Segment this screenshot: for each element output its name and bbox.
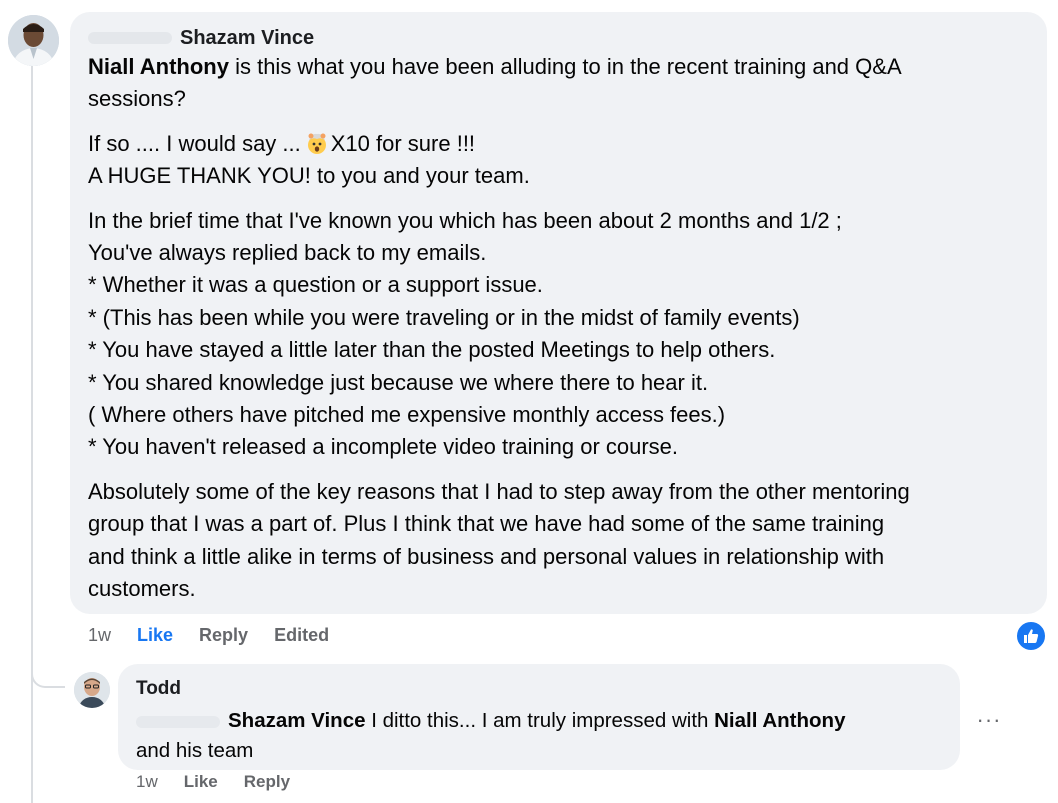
- comment-line: * You have stayed a little later than th…: [88, 337, 776, 363]
- thumbs-up-icon: [1024, 629, 1039, 643]
- comment-line: Absolutely some of the key reasons that …: [88, 478, 910, 504]
- comment-line: and think a little alike in terms of bus…: [88, 543, 885, 569]
- avatar[interactable]: [8, 15, 59, 66]
- thread-connector: [31, 640, 65, 688]
- reply-timestamp[interactable]: 1w: [136, 772, 158, 792]
- comment-line: In the brief time that I've known you wh…: [88, 207, 842, 233]
- thread-line: [31, 66, 33, 803]
- exploding-head-emoji-icon: [307, 133, 326, 154]
- comment-bubble: Shazam Vince Niall Anthony is this what …: [70, 12, 1047, 614]
- comment-line: sessions?: [88, 86, 186, 112]
- comment-text-span: X10 for sure !!!: [330, 130, 476, 156]
- profile-photo-icon: [8, 15, 59, 66]
- redacted-name-block: [136, 715, 220, 728]
- more-options-button[interactable]: ···: [972, 703, 1006, 737]
- comment-paragraph: In the brief time that I've known you wh…: [88, 205, 1029, 464]
- reply-actions: 1w Like Reply: [136, 772, 316, 792]
- reply-text-span: and his team: [136, 739, 254, 762]
- edited-label[interactable]: Edited: [274, 625, 329, 646]
- reply-button[interactable]: Reply: [199, 625, 248, 646]
- comment-line: ( Where others have pitched me expensive…: [88, 402, 726, 428]
- comment-author[interactable]: Shazam Vince: [180, 27, 314, 50]
- comment-line: * You shared knowledge just because we w…: [88, 369, 709, 395]
- reaction-badge[interactable]: [1015, 620, 1047, 652]
- comment-paragraph: Absolutely some of the key reasons that …: [88, 476, 1029, 606]
- comment-body: Niall Anthony is this what you have been…: [88, 51, 1029, 606]
- comment-line: * You haven't released a incomplete vide…: [88, 434, 679, 460]
- comment-paragraph: Niall Anthony is this what you have been…: [88, 51, 1029, 116]
- comment-paragraph: If so .... I would say ... X10 for sure !…: [88, 128, 1029, 193]
- comment-line: customers.: [88, 576, 196, 602]
- like-button[interactable]: Like: [137, 625, 173, 646]
- mention-link[interactable]: Niall Anthony: [714, 709, 845, 732]
- mention-link[interactable]: Shazam Vince: [228, 709, 366, 732]
- comment-line: * Whether it was a question or a support…: [88, 272, 543, 298]
- reply-author[interactable]: Todd: [136, 676, 942, 702]
- comment-text-span: If so .... I would say ...: [88, 130, 301, 156]
- comment-actions: 1w Like Reply Edited: [88, 625, 355, 646]
- reply-text-span: I ditto this... I am truly impressed wit…: [365, 709, 715, 732]
- reply-bubble: Todd Shazam Vince I ditto this... I am t…: [118, 664, 960, 770]
- comment-line: A HUGE THANK YOU! to you and your team.: [88, 163, 530, 189]
- reply-button[interactable]: Reply: [244, 772, 290, 792]
- profile-photo-icon: [74, 672, 110, 708]
- reply-body: Shazam Vince I ditto this... I am truly …: [136, 706, 942, 766]
- comment-timestamp[interactable]: 1w: [88, 625, 111, 646]
- redacted-name-block: [88, 32, 172, 44]
- comment-line: If so .... I would say ... X10 for sure !…: [88, 128, 1029, 160]
- comment-line: You've always replied back to my emails.: [88, 240, 487, 266]
- comment-line: Niall Anthony is this what you have been…: [88, 51, 1029, 83]
- comment-line: * (This has been while you were travelin…: [88, 304, 800, 330]
- avatar[interactable]: [74, 672, 110, 708]
- like-button[interactable]: Like: [184, 772, 218, 792]
- comment-text-span: is this what you have been alluding to i…: [228, 54, 902, 79]
- mention-link[interactable]: Niall Anthony: [88, 54, 229, 79]
- comment-line: group that I was a part of. Plus I think…: [88, 511, 885, 537]
